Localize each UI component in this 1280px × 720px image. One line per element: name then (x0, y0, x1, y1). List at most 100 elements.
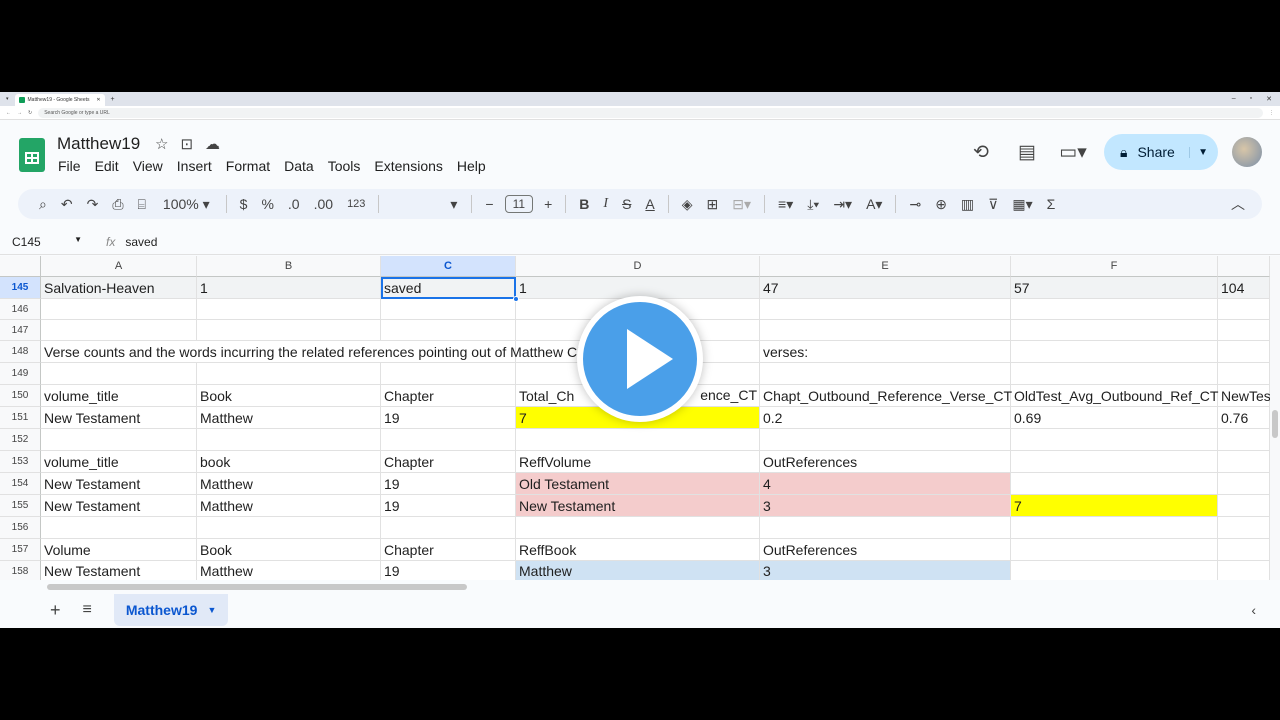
cell[interactable] (381, 363, 516, 385)
select-all-corner[interactable] (0, 256, 41, 277)
cell[interactable] (1218, 299, 1270, 320)
cell[interactable]: New Testament (41, 561, 197, 580)
new-tab-icon[interactable]: + (111, 96, 115, 103)
menu-extensions[interactable]: Extensions (374, 158, 442, 174)
cell[interactable]: Chapter (381, 451, 516, 473)
cell[interactable] (381, 299, 516, 320)
column-header[interactable]: C (381, 256, 516, 277)
row-header[interactable]: 151 (0, 407, 41, 429)
all-sheets-icon[interactable]: ≡ (83, 601, 92, 619)
sheet-tab[interactable]: Matthew19 ▼ (113, 594, 229, 626)
tab-search-icon[interactable]: ▾ (6, 96, 9, 102)
cell[interactable] (1011, 473, 1218, 495)
cell[interactable]: OldTest_Avg_Outbound_Ref_CT (1011, 385, 1218, 407)
cell[interactable] (197, 320, 381, 341)
reload-icon[interactable]: ↻ (28, 110, 32, 116)
filter-icon[interactable]: ⊽ (981, 196, 1005, 213)
cell[interactable] (1218, 473, 1270, 495)
cell[interactable] (760, 429, 1011, 451)
cell[interactable]: Book (197, 539, 381, 561)
cell[interactable]: 3 (760, 495, 1011, 517)
search-menus-icon[interactable]: ⌕ (32, 196, 54, 213)
cell[interactable] (1218, 539, 1270, 561)
redo-icon[interactable]: ↷ (80, 196, 106, 213)
menu-tools[interactable]: Tools (328, 158, 361, 174)
cell[interactable]: volume_title (41, 451, 197, 473)
row-header[interactable]: 156 (0, 517, 41, 539)
cell[interactable] (1011, 561, 1218, 580)
cell[interactable]: Matthew (516, 561, 760, 580)
currency-format-button[interactable]: $ (233, 196, 255, 212)
cell[interactable]: Book (197, 385, 381, 407)
cell[interactable]: New Testament (41, 407, 197, 429)
zoom-select[interactable]: 100% ▾ (153, 196, 220, 213)
cell[interactable] (197, 299, 381, 320)
cell[interactable]: 4 (760, 473, 1011, 495)
print-icon[interactable]: ⎙ (105, 196, 130, 213)
cell[interactable]: saved (381, 277, 516, 299)
cell[interactable]: Verse counts and the words incurring the… (41, 341, 585, 363)
side-panel-toggle-icon[interactable]: ‹ (1251, 602, 1256, 618)
cell[interactable] (516, 429, 760, 451)
cell[interactable] (1011, 539, 1218, 561)
horizontal-scroll-thumb[interactable] (47, 584, 467, 590)
cell[interactable]: 57 (1011, 277, 1218, 299)
menu-file[interactable]: File (58, 158, 81, 174)
cell[interactable]: Chapt_Outbound_Reference_Verse_CT (760, 385, 1012, 407)
cell[interactable] (1011, 429, 1218, 451)
insert-chart-icon[interactable]: ▥ (954, 196, 981, 213)
cell[interactable]: 7 (1011, 495, 1218, 517)
increase-decimal-button[interactable]: .00 (307, 196, 340, 212)
formula-input[interactable]: saved (125, 235, 157, 249)
browser-tab[interactable]: Matthew19 - Google Sheets ✕ (14, 94, 105, 106)
cell[interactable]: volume_title (41, 385, 197, 407)
text-rotation-icon[interactable]: A▾ (859, 196, 889, 213)
column-header[interactable]: B (197, 256, 381, 277)
sheet-tab-dropdown-icon[interactable]: ▼ (207, 605, 216, 615)
row-header[interactable]: 148 (0, 341, 41, 363)
row-header[interactable]: 155 (0, 495, 41, 517)
cell[interactable] (1218, 495, 1270, 517)
cell[interactable]: Matthew (197, 561, 381, 580)
cell[interactable] (381, 320, 516, 341)
cell[interactable]: 104 (1218, 277, 1270, 299)
cell[interactable] (1011, 320, 1218, 341)
column-header[interactable]: A (41, 256, 197, 277)
maximize-icon[interactable]: ▫ (1250, 95, 1252, 103)
cell[interactable]: 0.76 (1218, 407, 1270, 429)
cell[interactable] (1218, 320, 1270, 341)
cell[interactable]: NewTes (1218, 385, 1270, 407)
cell[interactable]: 0.2 (760, 407, 1011, 429)
cell[interactable]: New Testament (516, 495, 760, 517)
cell[interactable] (1218, 363, 1270, 385)
cell[interactable]: 19 (381, 407, 516, 429)
more-formats-button[interactable]: 123 (340, 198, 372, 210)
row-header[interactable]: 154 (0, 473, 41, 495)
cell[interactable]: ReffBook (516, 539, 760, 561)
fill-handle[interactable] (513, 296, 519, 302)
cell[interactable]: Chapter (381, 539, 516, 561)
vertical-scroll-thumb[interactable] (1272, 410, 1278, 438)
cell[interactable]: Chapter (381, 385, 516, 407)
row-header[interactable]: 158 (0, 561, 41, 580)
add-sheet-icon[interactable]: + (50, 600, 61, 621)
star-icon[interactable]: ☆ (155, 135, 168, 153)
sheets-logo-icon[interactable] (19, 138, 45, 172)
cell[interactable]: 19 (381, 473, 516, 495)
collapse-toolbar-icon[interactable]: ︿ (1224, 194, 1252, 214)
menu-data[interactable]: Data (284, 158, 314, 174)
cell[interactable] (381, 517, 516, 539)
cell[interactable] (760, 517, 1011, 539)
paint-format-icon[interactable]: ⌸ (131, 196, 153, 213)
cell[interactable] (1218, 341, 1270, 363)
column-header[interactable] (1218, 256, 1270, 277)
document-title[interactable]: Matthew19 (57, 134, 140, 154)
font-size-input[interactable]: 11 (504, 195, 534, 213)
percent-format-button[interactable]: % (254, 196, 280, 212)
cell[interactable]: book (197, 451, 381, 473)
cell[interactable]: Old Testament (516, 473, 760, 495)
cell[interactable] (760, 363, 1011, 385)
cell[interactable] (41, 320, 197, 341)
cell[interactable] (1011, 341, 1218, 363)
cell[interactable]: Matthew (197, 473, 381, 495)
